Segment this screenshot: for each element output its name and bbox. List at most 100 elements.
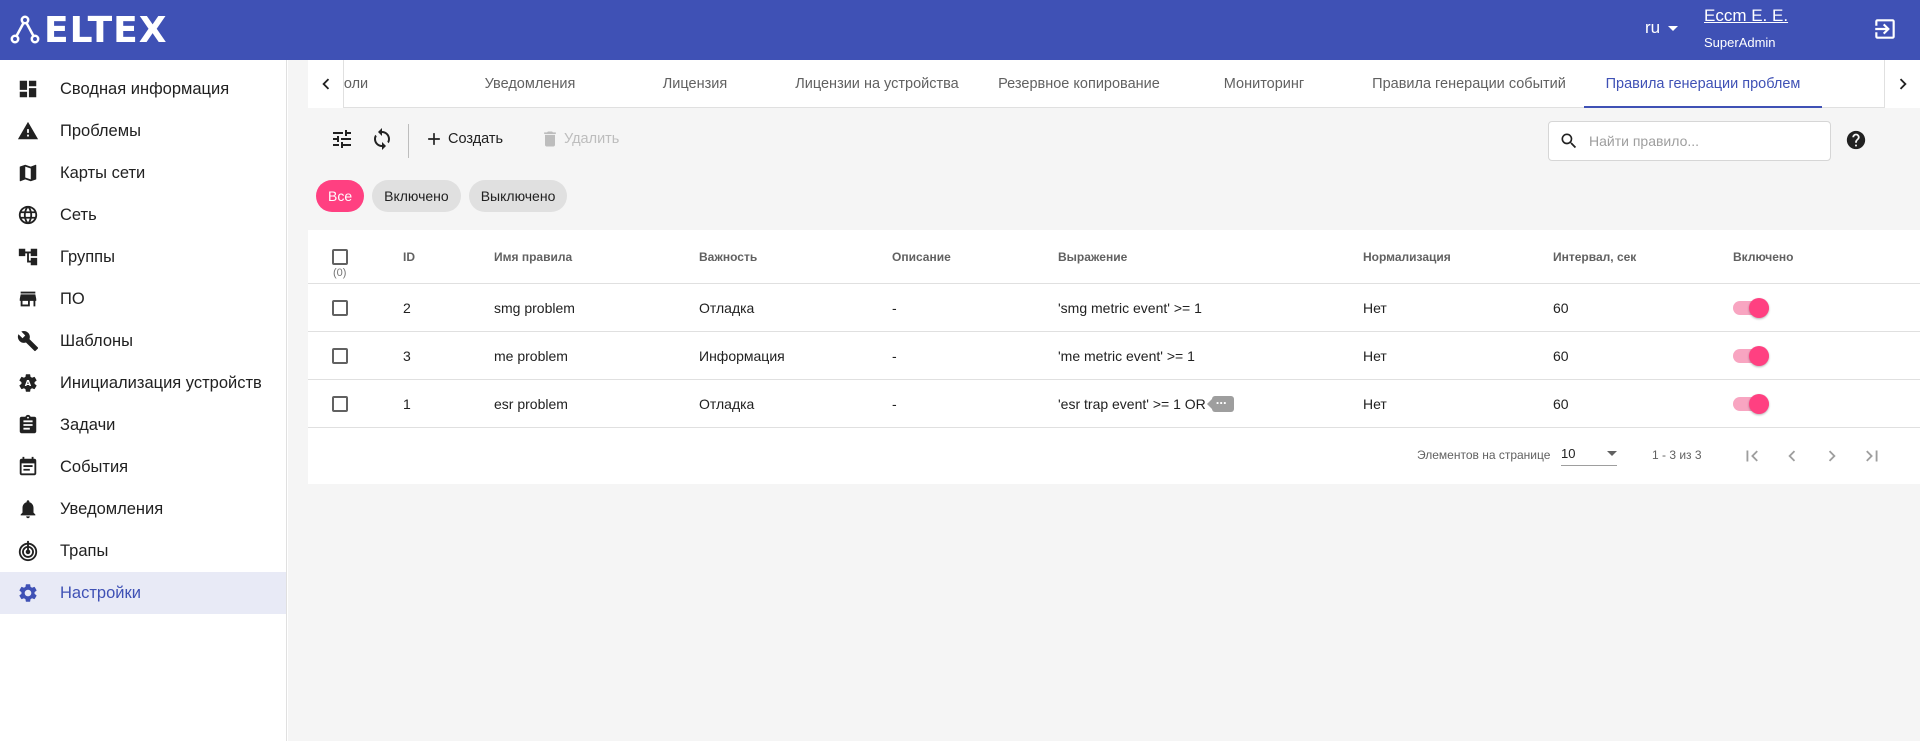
sidebar-item-network[interactable]: Сеть [0,194,286,236]
tab-device-licenses[interactable]: Лицензии на устройства [770,60,984,108]
chevron-right-icon [1828,450,1836,462]
refresh-button[interactable] [370,127,394,151]
first-page-button[interactable] [1740,444,1764,468]
filter-chip-disabled[interactable]: Выключено [468,180,568,212]
calendar-icon [17,456,39,478]
page-range-label: 1 - 3 из 3 [1652,448,1702,462]
eltex-logo[interactable]: ELTEX [10,10,167,51]
user-role: SuperAdmin [1704,35,1776,50]
filter-chip-enabled[interactable]: Включено [372,180,461,212]
sidebar-item-settings[interactable]: Настройки [0,572,286,614]
column-header-enabled[interactable]: Включено [1733,230,1793,283]
tabs-scroll-right-button[interactable] [1884,60,1920,108]
user-info: Eccm E. E. SuperAdmin [1704,6,1788,50]
cell-id: 2 [403,299,411,316]
trash-icon [544,131,556,147]
last-page-icon [1866,450,1878,462]
search-input[interactable] [1589,133,1819,149]
enabled-toggle[interactable] [1733,297,1769,318]
tab-notifications[interactable]: Уведомления [440,60,620,108]
language-selector[interactable]: ru [1645,18,1679,38]
last-page-button[interactable] [1860,444,1884,468]
tab-problem-rules[interactable]: Правила генерации проблем [1584,60,1822,108]
wrench-icon [17,330,39,352]
table-row[interactable]: 1 esr problem Отладка - 'esr trap event'… [308,380,1920,428]
column-header-interval[interactable]: Интервал, сек [1553,230,1636,283]
row-checkbox[interactable] [332,347,348,364]
sidebar: Сводная информация Проблемы Карты сети С… [0,60,287,741]
sidebar-item-groups[interactable]: Группы [0,236,286,278]
cell-normalization: Нет [1363,395,1387,412]
sidebar-item-label: Сводная информация [60,79,230,98]
items-per-page-label: Элементов на странице [1417,448,1551,462]
logout-button[interactable] [1872,16,1898,42]
cell-expression: 'smg metric event' >= 1 [1058,299,1202,316]
delete-button[interactable]: Удалить [534,124,625,154]
sidebar-item-notifications[interactable]: Уведомления [0,488,286,530]
sidebar-item-problems[interactable]: Проблемы [0,110,286,152]
toggle-knob [1749,297,1769,318]
column-header-name[interactable]: Имя правила [494,230,572,283]
cell-enabled [1733,380,1769,427]
dashboard-icon [17,78,39,100]
column-header-expression[interactable]: Выражение [1058,230,1127,283]
tab-roles[interactable]: оли [344,60,380,108]
tabs-scroll-left-button[interactable] [308,60,344,108]
cell-interval: 60 [1553,395,1569,412]
sidebar-item-templates[interactable]: Шаблоны [0,320,286,362]
more-tag-icon[interactable] [1206,392,1234,412]
create-button[interactable]: Создать [418,124,509,154]
tab-monitoring[interactable]: Мониторинг [1174,60,1354,108]
column-header-id[interactable]: ID [403,230,415,283]
sidebar-item-software[interactable]: ПО [0,278,286,320]
enabled-toggle[interactable] [1733,345,1769,366]
table-row[interactable]: 2 smg problem Отладка - 'smg metric even… [308,284,1920,332]
sidebar-item-label: Задачи [60,415,116,434]
cell-normalization: Нет [1363,347,1387,364]
select-all-checkbox[interactable] [332,248,348,265]
row-checkbox[interactable] [332,395,348,412]
table-row[interactable]: 3 me problem Информация - 'me metric eve… [308,332,1920,380]
sidebar-item-device-init[interactable]: A Инициализация устройств [0,362,286,404]
cell-severity: Отладка [699,299,755,316]
cell-id: 1 [403,395,411,412]
column-settings-button[interactable] [330,127,354,151]
chevron-right-icon [1899,78,1907,90]
column-header-description[interactable]: Описание [892,230,951,283]
next-page-button[interactable] [1820,444,1844,468]
page-size-select[interactable]: 10 [1561,442,1617,466]
sidebar-item-dashboard[interactable]: Сводная информация [0,68,286,110]
cell-name: me problem [494,347,568,364]
main-content: оли Уведомления Лицензия Лицензии на уст… [288,60,1920,741]
toggle-knob [1749,393,1769,414]
sidebar-item-network-maps[interactable]: Карты сети [0,152,286,194]
plus-icon [428,133,440,145]
sidebar-item-traps[interactable]: Трапы [0,530,286,572]
tab-event-rules[interactable]: Правила генерации событий [1354,60,1584,108]
clipboard-icon [17,414,39,436]
cell-name: smg problem [494,299,575,316]
previous-page-button[interactable] [1780,444,1804,468]
tab-backup[interactable]: Резервное копирование [984,60,1174,108]
row-checkbox[interactable] [332,299,348,316]
search-icon [1561,133,1577,149]
tab-license[interactable]: Лицензия [620,60,770,108]
cell-enabled [1733,284,1769,331]
help-button[interactable] [1845,129,1867,151]
auto-config-icon: A [17,372,39,394]
filter-chip-all[interactable]: Все [316,180,365,212]
column-header-normalization[interactable]: Нормализация [1363,230,1451,283]
cell-normalization: Нет [1363,299,1387,316]
user-name-link[interactable]: Eccm E. E. [1704,6,1788,26]
cell-interval: 60 [1553,299,1569,316]
sidebar-item-tasks[interactable]: Задачи [0,404,286,446]
tune-icon [333,130,351,148]
sidebar-item-label: Шаблоны [60,331,133,350]
column-header-severity[interactable]: Важность [699,230,757,283]
enabled-toggle[interactable] [1733,393,1769,414]
bell-icon [17,498,39,520]
warning-icon [17,120,39,142]
toolbar: Создать Удалить [308,108,1920,170]
status-filter-chips: Все Включено Выключено [316,180,568,212]
sidebar-item-events[interactable]: События [0,446,286,488]
